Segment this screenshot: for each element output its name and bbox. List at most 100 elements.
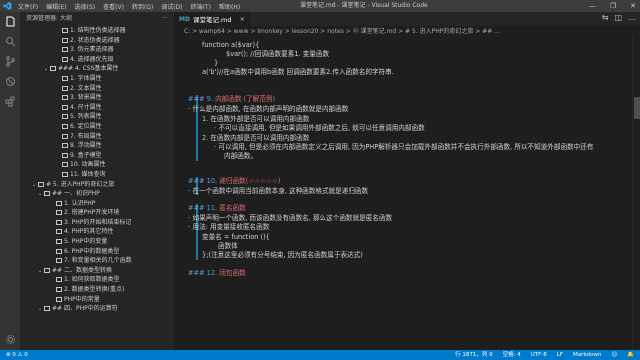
line-ending-setting[interactable]: LF xyxy=(557,350,563,360)
sidebar-title: 资源管理器: 大纲 xyxy=(26,15,72,22)
outline-item-label: # 5. 进入PHP的奇幻之旅 xyxy=(46,180,115,188)
outline-item-label: ## 二、数据类型转换 xyxy=(52,266,112,274)
menu-item[interactable]: 选择(S) xyxy=(75,2,96,11)
problems-indicator[interactable]: ⊗ 0 ⚠ 0 xyxy=(6,350,28,360)
line-text: ### 12. xyxy=(188,269,220,277)
symbol-icon xyxy=(56,200,62,206)
outline-item[interactable]: 5. PHP中的变量 xyxy=(20,237,174,247)
outline-item[interactable]: 7. 布局属性 xyxy=(20,132,174,142)
outline-item[interactable]: 1. 字体属性 xyxy=(20,74,174,84)
symbol-icon xyxy=(56,296,62,302)
close-window-button[interactable]: ✕ xyxy=(630,2,636,10)
line-text: 内部函数。 xyxy=(224,152,257,160)
symbol-icon xyxy=(44,306,50,312)
search-icon[interactable] xyxy=(4,36,16,48)
maximize-button[interactable]: ❐ xyxy=(610,2,616,10)
symbol-icon xyxy=(38,181,44,187)
editor-content[interactable]: function a($var){$var(); //回调函数要素1. 变量函数… xyxy=(174,37,632,350)
menu-item[interactable]: 帮助(H) xyxy=(219,2,240,11)
tab-label: 课堂笔记.md xyxy=(192,16,232,24)
window-title: 课堂笔记.md - 课堂笔记 - Visual Studio Code xyxy=(300,2,428,9)
outline-item[interactable]: 5. 列表属性 xyxy=(20,112,174,122)
outline-item-label: 2. 搭建PHP开发环境 xyxy=(64,209,120,217)
outline-item[interactable]: 3. 背景属性 xyxy=(20,93,174,103)
debug-icon[interactable] xyxy=(4,76,16,88)
menu-item[interactable]: 文件(F) xyxy=(18,2,38,11)
menu-item[interactable]: 编辑(E) xyxy=(46,2,66,11)
outline-item[interactable]: 1. 如何获取数据类型 xyxy=(20,275,174,285)
outline-item[interactable]: 6. PHP中的数据类型 xyxy=(20,247,174,257)
line-text: 递归函数(☆☆☆☆☆) xyxy=(219,177,281,185)
outline-item[interactable]: 4. 尺寸属性 xyxy=(20,103,174,113)
outline-item[interactable]: 2. 状态伪类选择器 xyxy=(20,36,174,46)
close-tab-icon[interactable]: × xyxy=(240,15,245,23)
outline-item[interactable]: PHP中的常量 xyxy=(20,295,174,305)
extensions-icon[interactable] xyxy=(4,96,16,108)
minimize-button[interactable]: — xyxy=(589,2,596,10)
outline-item[interactable]: 4. 选择器优先级 xyxy=(20,55,174,65)
outline-item-label: 1. 认识PHP xyxy=(64,199,96,207)
line-text: 匿名函数 xyxy=(219,204,246,212)
outline-item[interactable]: 2. 数据类型转换(重点) xyxy=(20,285,174,295)
outline-item[interactable]: ⌄ ### 4. CSS基本属性 xyxy=(20,64,174,74)
outline-item-label: PHP中的常量 xyxy=(64,295,100,303)
outline-item-label: ## 四、PHP中的运算符 xyxy=(52,305,118,313)
outline-item-label: 4. 尺寸属性 xyxy=(70,103,102,111)
line-text: 在一个函数中调用当前函数本身, 这种函数格式就是递归函数 xyxy=(192,187,369,195)
breadcrumb[interactable]: C: > wamp64 > www > lmonkey > lesson20 >… xyxy=(174,26,640,37)
more-actions-icon[interactable]: … xyxy=(628,13,636,22)
outline-item[interactable]: 4. PHP的其它特性 xyxy=(20,227,174,237)
symbol-icon xyxy=(62,95,68,101)
settings-gear-icon[interactable] xyxy=(4,334,16,346)
symbol-icon xyxy=(62,47,68,53)
source-control-icon[interactable] xyxy=(4,56,16,68)
line-text: $var(); //回调函数要素1. 变量函数 xyxy=(226,50,330,58)
outline-item-label: 1. 如何获取数据类型 xyxy=(64,276,120,284)
outline-item[interactable]: ⌄ ## 二、数据类型转换 xyxy=(20,266,174,276)
feedback-icon[interactable]: ☺ xyxy=(611,350,617,360)
outline-item[interactable]: 3. 伪元素选择器 xyxy=(20,45,174,55)
outline-item[interactable]: 8. 浮动属性 xyxy=(20,141,174,151)
outline-item[interactable]: 10. 动画属性 xyxy=(20,160,174,170)
outline-item-label: 2. 数据类型转换(重点) xyxy=(64,286,125,294)
open-changes-icon[interactable]: ⇆ xyxy=(602,13,609,22)
editor-scrollbar[interactable] xyxy=(632,37,640,350)
encoding-setting[interactable]: UTF-8 xyxy=(531,350,547,360)
outline-item[interactable]: 11. 媒体查询 xyxy=(20,170,174,180)
scroll-thumb[interactable] xyxy=(634,97,640,119)
line-text: ### 10. xyxy=(188,177,220,185)
editor-line: - 不可以直接调用, 但是如果调用外部函数之后, 就可以任意调用内部函数 xyxy=(214,124,425,133)
notifications-icon[interactable]: 🔔 xyxy=(627,350,634,360)
menu-item[interactable]: 查看(V) xyxy=(103,2,124,11)
outline-item-label: 5. 列表属性 xyxy=(70,113,102,121)
outline-item[interactable]: 6. 定位属性 xyxy=(20,122,174,132)
symbol-icon xyxy=(56,239,62,245)
cursor-position[interactable]: 行 1871，列 9 xyxy=(455,350,493,360)
menu-bar: 文件(F) 编辑(E) 选择(S) 查看(V) 转到(G) 调试(D) 终端(T) 帮助(H) xyxy=(18,0,240,12)
outline-item[interactable]: 2. 搭建PHP开发环境 xyxy=(20,208,174,218)
outline-item[interactable]: 2. 文本属性 xyxy=(20,84,174,94)
editor-line: 变量名 = function (){ xyxy=(202,233,270,242)
indentation-setting[interactable]: 空格: 4 xyxy=(503,350,521,360)
outline-item[interactable]: 3. PHP的开始和结束标记 xyxy=(20,218,174,228)
menu-item[interactable]: 终端(T) xyxy=(191,2,211,11)
split-editor-icon[interactable]: ◫ xyxy=(614,13,622,22)
outline-item[interactable]: ⌄ ## 一、初识PHP xyxy=(20,189,174,199)
menu-item[interactable]: 调试(D) xyxy=(161,2,182,11)
outline-item[interactable]: 7. 和变量相关的几个函数 xyxy=(20,256,174,266)
more-actions-icon[interactable]: ··· xyxy=(162,12,168,26)
tab-notes-md[interactable]: MD 课堂笔记.md × xyxy=(174,12,250,26)
symbol-icon xyxy=(62,37,68,43)
symbol-icon xyxy=(56,219,62,225)
outline-item[interactable]: 9. 盒子模型 xyxy=(20,151,174,161)
symbol-icon xyxy=(50,66,56,72)
menu-item[interactable]: 转到(G) xyxy=(132,2,153,11)
outline-item-label: 4. 选择器优先级 xyxy=(70,55,114,63)
files-icon[interactable] xyxy=(4,16,16,28)
outline-item[interactable]: 1. 认识PHP xyxy=(20,199,174,209)
language-mode[interactable]: Markdown xyxy=(573,350,601,360)
outline-item[interactable]: 1. 结构性伪类选择器 xyxy=(20,26,174,36)
line-text: ### 11. xyxy=(188,204,220,212)
outline-item[interactable]: ⌄ ## 四、PHP中的运算符 xyxy=(20,304,174,314)
outline-item[interactable]: ⌄ # 5. 进入PHP的奇幻之旅 xyxy=(20,180,174,190)
